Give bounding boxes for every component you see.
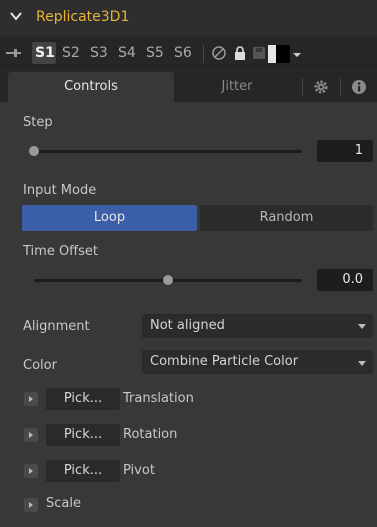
- node-title: Replicate3D1: [36, 9, 130, 25]
- input-mode-label: Input Mode: [23, 183, 97, 198]
- scale-expander-icon[interactable]: [24, 498, 38, 512]
- version-toolbar: S1 S2 S3 S4 S5 S6: [0, 38, 377, 70]
- disable-icon[interactable]: [211, 45, 227, 61]
- pivot-label: Pivot: [123, 463, 155, 478]
- pivot-expander-icon[interactable]: [24, 464, 38, 478]
- translation-pick-button[interactable]: Pick...: [46, 388, 120, 410]
- time-offset-label: Time Offset: [23, 244, 99, 259]
- scale-label: Scale: [46, 496, 81, 511]
- tab-jitter[interactable]: Jitter: [174, 72, 300, 102]
- color-dropdown-arrow-icon[interactable]: [358, 361, 366, 366]
- alignment-label: Alignment: [23, 319, 90, 334]
- pin-icon[interactable]: [6, 47, 22, 59]
- save-icon[interactable]: [251, 45, 267, 61]
- version-s1[interactable]: S1: [35, 45, 55, 61]
- alignment-dropdown[interactable]: Not aligned: [142, 314, 373, 338]
- alignment-dropdown-arrow-icon[interactable]: [358, 324, 366, 329]
- version-s2[interactable]: S2: [62, 45, 80, 61]
- input-mode-loop-button[interactable]: Loop: [22, 205, 197, 231]
- tab-controls[interactable]: Controls: [8, 72, 174, 102]
- step-label: Step: [23, 115, 53, 130]
- color-value: Combine Particle Color: [150, 354, 299, 369]
- rotation-expander-icon[interactable]: [24, 428, 38, 442]
- translation-label: Translation: [123, 391, 194, 406]
- tab-divider: [340, 78, 341, 96]
- time-offset-slider-thumb[interactable]: [163, 275, 173, 285]
- step-value-field[interactable]: 1: [317, 140, 373, 162]
- step-slider-thumb[interactable]: [29, 146, 39, 156]
- alignment-value: Not aligned: [150, 318, 225, 333]
- toolbar-divider: [203, 45, 204, 63]
- step-slider-track[interactable]: [34, 150, 302, 153]
- version-color-swatch[interactable]: [268, 45, 290, 63]
- version-s5[interactable]: S5: [146, 45, 164, 61]
- version-s3[interactable]: S3: [90, 45, 108, 61]
- version-s6[interactable]: S6: [174, 45, 192, 61]
- info-icon[interactable]: [350, 78, 368, 96]
- chevron-down-icon[interactable]: [9, 9, 23, 23]
- rotation-pick-button[interactable]: Pick...: [46, 424, 120, 446]
- color-dropdown[interactable]: Combine Particle Color: [142, 350, 373, 374]
- rotation-label: Rotation: [123, 427, 178, 442]
- pivot-pick-button[interactable]: Pick...: [46, 460, 120, 482]
- tab-jitter-label: Jitter: [221, 79, 253, 94]
- gear-icon[interactable]: [312, 78, 330, 96]
- translation-expander-icon[interactable]: [24, 392, 38, 406]
- node-header: Replicate3D1: [0, 0, 377, 36]
- swatch-dropdown-arrow-icon[interactable]: [293, 53, 301, 57]
- tab-divider: [302, 78, 303, 96]
- tab-controls-label: Controls: [64, 79, 118, 94]
- input-mode-random-button[interactable]: Random: [200, 205, 373, 231]
- color-label: Color: [23, 358, 57, 373]
- tab-bar: Controls Jitter: [0, 72, 377, 102]
- time-offset-value-field[interactable]: 0.0: [317, 269, 373, 291]
- lock-icon[interactable]: [232, 45, 248, 61]
- version-s4[interactable]: S4: [118, 45, 136, 61]
